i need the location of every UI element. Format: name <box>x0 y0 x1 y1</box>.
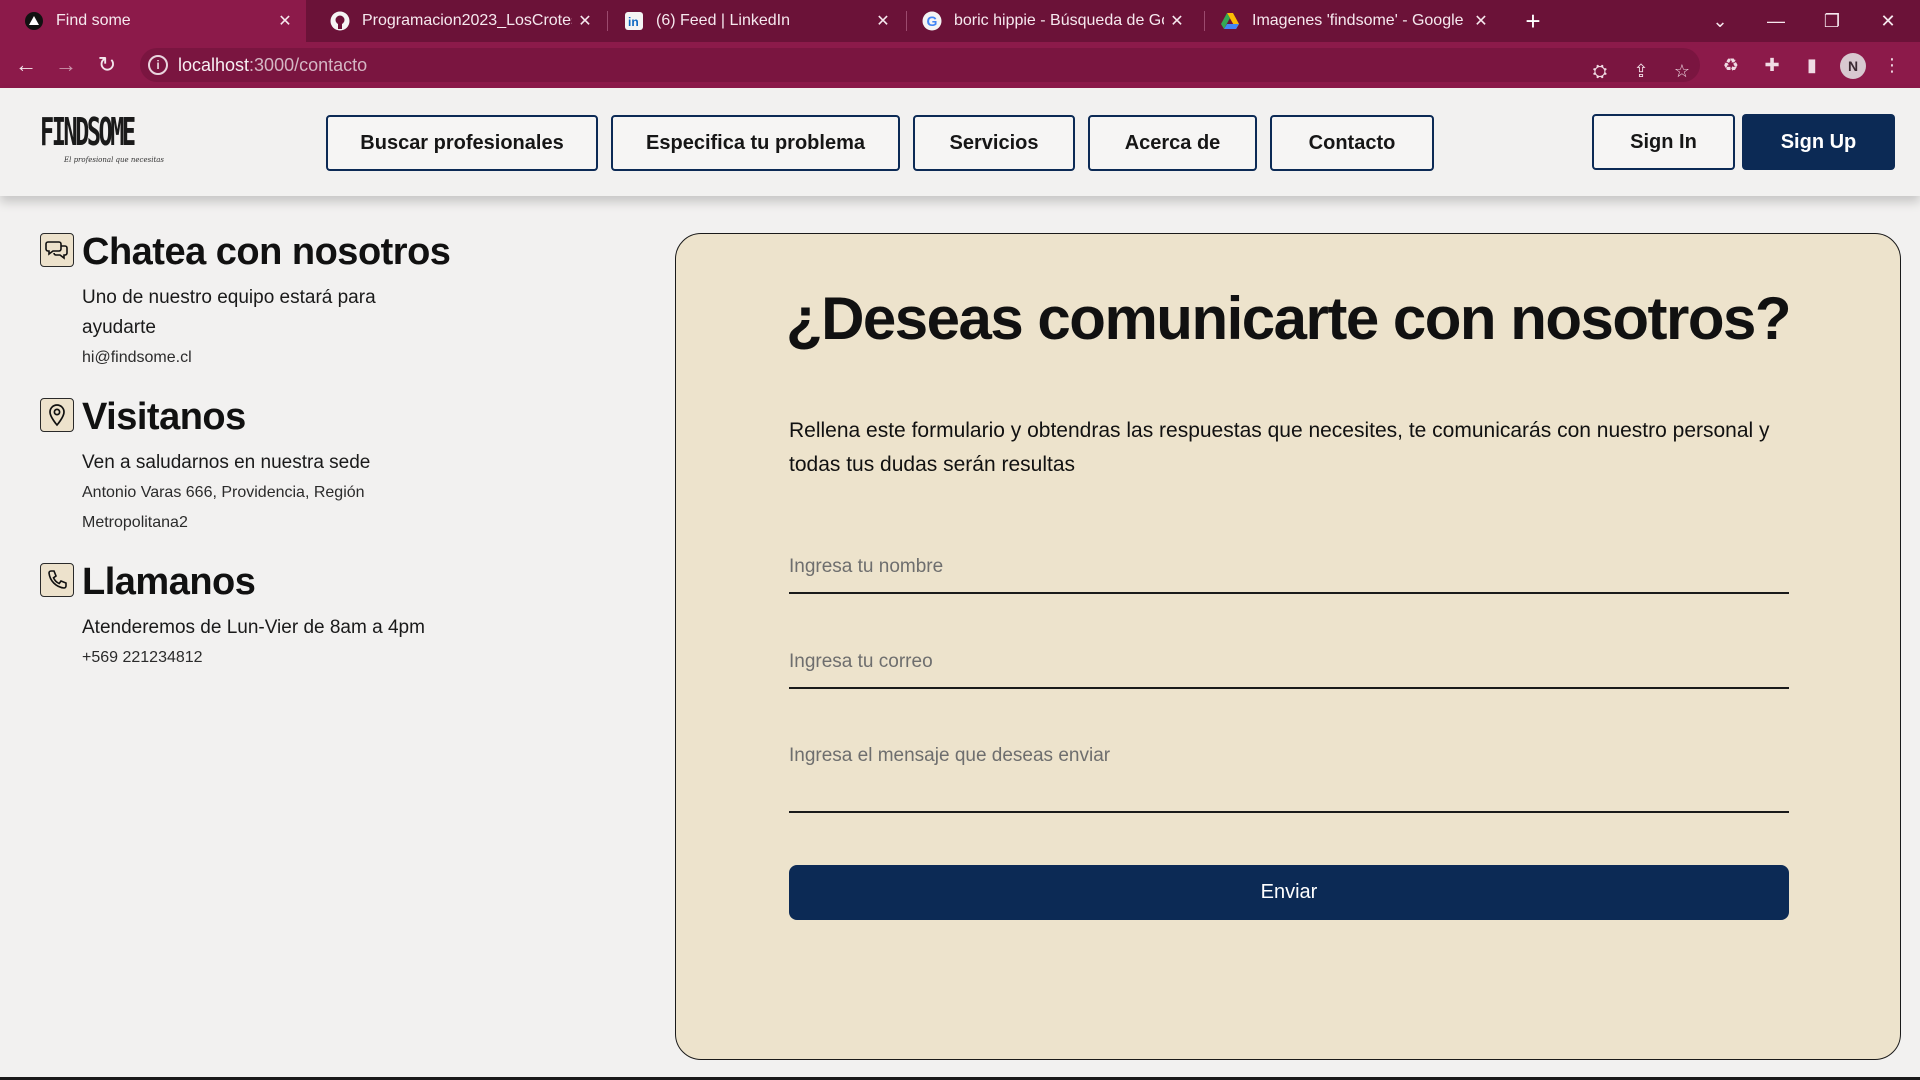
bookmark-star-icon[interactable]: ☆ <box>1670 59 1694 83</box>
chat-description: Uno de nuestro equipo estará para ayudar… <box>82 287 376 338</box>
profile-avatar[interactable]: N <box>1840 53 1866 79</box>
logo-tagline: El profesional que necesitas <box>64 156 165 164</box>
close-icon[interactable]: ✕ <box>870 8 896 34</box>
tab-title: boric hippie - Búsqueda de Goog <box>954 12 1164 29</box>
svg-text:G: G <box>927 13 938 29</box>
nav-servicios[interactable]: Servicios <box>913 115 1075 171</box>
browser-toolbar: ← → ↻ i localhost:3000/contacto ⛭ ⇪ ☆ ♻ … <box>0 42 1920 88</box>
message-textarea[interactable]: Ingresa el mensaje que deseas enviar <box>789 742 1789 813</box>
address-url: localhost:3000/contacto <box>178 55 368 75</box>
chat-email: hi@findsome.cl <box>82 349 192 366</box>
form-lead-text: Rellena este formulario y obtendras las … <box>789 419 1770 476</box>
visit-description: Ven a saludarnos en nuestra sede <box>82 452 371 473</box>
share-icon[interactable]: ⇪ <box>1629 59 1653 83</box>
close-icon[interactable]: ✕ <box>1468 8 1494 34</box>
message-placeholder: Ingresa el mensaje que deseas enviar <box>789 745 1111 766</box>
map-pin-icon <box>40 398 74 432</box>
visit-address: Antonio Varas 666, Providencia, Región M… <box>82 484 365 531</box>
tab-find-some[interactable]: Find some ✕ <box>0 0 306 42</box>
close-icon[interactable]: ✕ <box>572 8 598 34</box>
address-bar[interactable]: i localhost:3000/contacto ⛭ ⇪ ☆ <box>140 48 1700 82</box>
triangle-icon <box>24 11 44 31</box>
google-icon: G <box>922 11 942 31</box>
extensions-puzzle-icon[interactable]: ✚ <box>1760 53 1784 77</box>
contact-form-card: ¿Deseas comunicarte con nosotros? Rellen… <box>675 233 1901 1060</box>
browser-tabstrip: Find some ✕ Programacion2023_LosCrotes/p… <box>0 0 1920 42</box>
nav-contacto[interactable]: Contacto <box>1270 115 1434 171</box>
logo-wordmark: FINDSOME <box>40 110 136 154</box>
tab-github[interactable]: Programacion2023_LosCrotes/pr ✕ <box>306 0 606 42</box>
forward-arrow-icon[interactable]: → <box>50 49 82 81</box>
nav-buscar-profesionales[interactable]: Buscar profesionales <box>326 115 598 171</box>
call-phone: +569 221234812 <box>82 649 203 666</box>
form-heading: ¿Deseas comunicarte con nosotros? <box>785 285 1792 352</box>
chat-bubbles-icon <box>40 233 74 267</box>
minimize-icon[interactable]: — <box>1748 0 1804 42</box>
site-header: FINDSOME El profesional que necesitas Bu… <box>0 88 1920 196</box>
tab-google-drive[interactable]: Imagenes 'findsome' - Google Dr ✕ <box>1196 0 1502 42</box>
sign-in-button[interactable]: Sign In <box>1592 114 1735 170</box>
visit-title: Visitanos <box>82 396 246 438</box>
menu-kebab-icon[interactable]: ⋮ <box>1880 53 1904 77</box>
tab-linkedin[interactable]: in (6) Feed | LinkedIn ✕ <box>600 0 904 42</box>
recycle-icon[interactable]: ♻ <box>1719 53 1743 77</box>
close-window-icon[interactable]: ✕ <box>1860 0 1916 42</box>
svg-text:in: in <box>628 15 639 29</box>
call-description: Atenderemos de Lun-Vier de 8am a 4pm <box>82 617 425 638</box>
nav-acerca-de[interactable]: Acerca de <box>1088 115 1257 171</box>
side-panel-icon[interactable]: ▮ <box>1800 53 1824 77</box>
reload-icon[interactable]: ↻ <box>91 49 123 81</box>
name-input[interactable]: Ingresa tu nombre <box>789 554 1789 594</box>
new-tab-plus-icon[interactable]: + <box>1518 6 1548 36</box>
tab-google-search[interactable]: G boric hippie - Búsqueda de Goog ✕ <box>898 0 1198 42</box>
findsome-logo[interactable]: FINDSOME El profesional que necesitas <box>40 110 164 172</box>
send-button[interactable]: Enviar <box>789 865 1789 920</box>
phone-icon <box>40 563 74 597</box>
name-placeholder: Ingresa tu nombre <box>789 556 944 577</box>
tab-search-chevron-icon[interactable]: ⌄ <box>1692 0 1748 42</box>
chat-title: Chatea con nosotros <box>82 231 451 273</box>
tab-title: Find some <box>56 12 131 29</box>
restore-icon[interactable]: ❐ <box>1804 0 1860 42</box>
tab-title: (6) Feed | LinkedIn <box>656 12 791 29</box>
site-info-icon[interactable]: i <box>148 55 168 75</box>
google-drive-icon <box>1220 11 1240 31</box>
email-placeholder: Ingresa tu correo <box>789 651 933 672</box>
sign-up-button[interactable]: Sign Up <box>1742 114 1895 170</box>
github-icon <box>330 11 350 31</box>
nav-especifica-problema[interactable]: Especifica tu problema <box>611 115 900 171</box>
back-arrow-icon[interactable]: ← <box>10 49 42 81</box>
tab-title: Imagenes 'findsome' - Google Dr <box>1252 12 1468 29</box>
translate-icon[interactable]: ⛭ <box>1588 59 1612 83</box>
close-icon[interactable]: ✕ <box>272 8 298 34</box>
close-icon[interactable]: ✕ <box>1164 8 1190 34</box>
call-title: Llamanos <box>82 561 256 603</box>
email-input[interactable]: Ingresa tu correo <box>789 648 1789 689</box>
tab-title: Programacion2023_LosCrotes/pr <box>362 12 572 29</box>
linkedin-icon: in <box>624 11 644 31</box>
